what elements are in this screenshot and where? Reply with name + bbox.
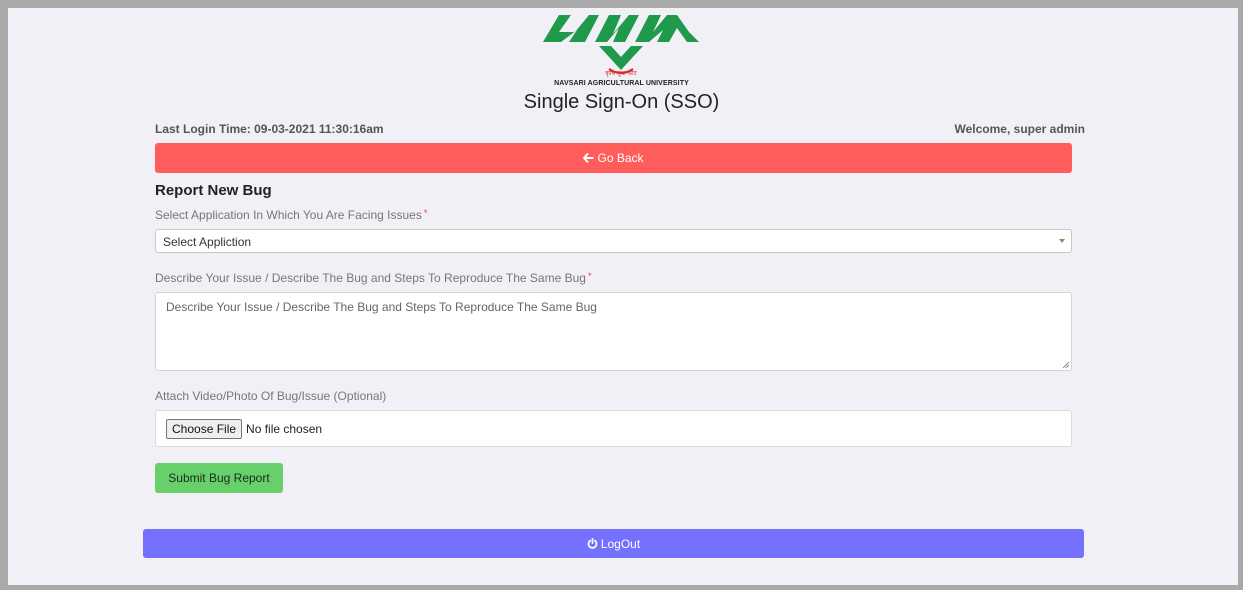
submit-bug-report-button[interactable]: Submit Bug Report [155, 463, 283, 493]
logo-motto: कृषि सुधा कोट [605, 69, 637, 77]
description-placeholder: Describe Your Issue / Describe The Bug a… [166, 300, 597, 314]
resize-grip-icon[interactable] [1062, 361, 1070, 369]
file-upload-field[interactable]: Choose File No file chosen [155, 410, 1072, 447]
application-label: Select Application In Which You Are Faci… [155, 208, 427, 222]
attachment-label: Attach Video/Photo Of Bug/Issue (Optiona… [155, 389, 387, 403]
chevron-down-icon [1059, 239, 1065, 243]
university-name: NAVSARI AGRICULTURAL UNIVERSITY [554, 80, 689, 87]
logout-label: LogOut [600, 536, 641, 551]
description-label: Describe Your Issue / Describe The Bug a… [155, 271, 591, 285]
application-label-text: Select Application In Which You Are Faci… [155, 208, 422, 222]
application-select-value: Select Appliction [163, 235, 252, 249]
file-status: No file chosen [246, 421, 323, 436]
required-mark: * [587, 271, 592, 281]
power-icon [587, 538, 598, 549]
go-back-button[interactable]: Go Back [155, 143, 1072, 173]
page-title: Single Sign-On (SSO) [523, 91, 720, 113]
application-select[interactable]: Select Appliction [155, 229, 1072, 253]
welcome-text: Welcome, super admin [954, 122, 1085, 136]
last-login-time: Last Login Time: 09-03-2021 11:30:16am [155, 122, 384, 136]
logout-button[interactable]: LogOut [143, 529, 1084, 558]
arrow-left-icon [583, 153, 594, 163]
form-title: Report New Bug [155, 182, 272, 199]
description-label-text: Describe Your Issue / Describe The Bug a… [155, 271, 586, 285]
description-textarea[interactable]: Describe Your Issue / Describe The Bug a… [155, 292, 1072, 371]
required-mark: * [423, 208, 428, 218]
choose-file-button[interactable]: Choose File [166, 418, 243, 439]
go-back-label: Go Back [597, 151, 644, 165]
